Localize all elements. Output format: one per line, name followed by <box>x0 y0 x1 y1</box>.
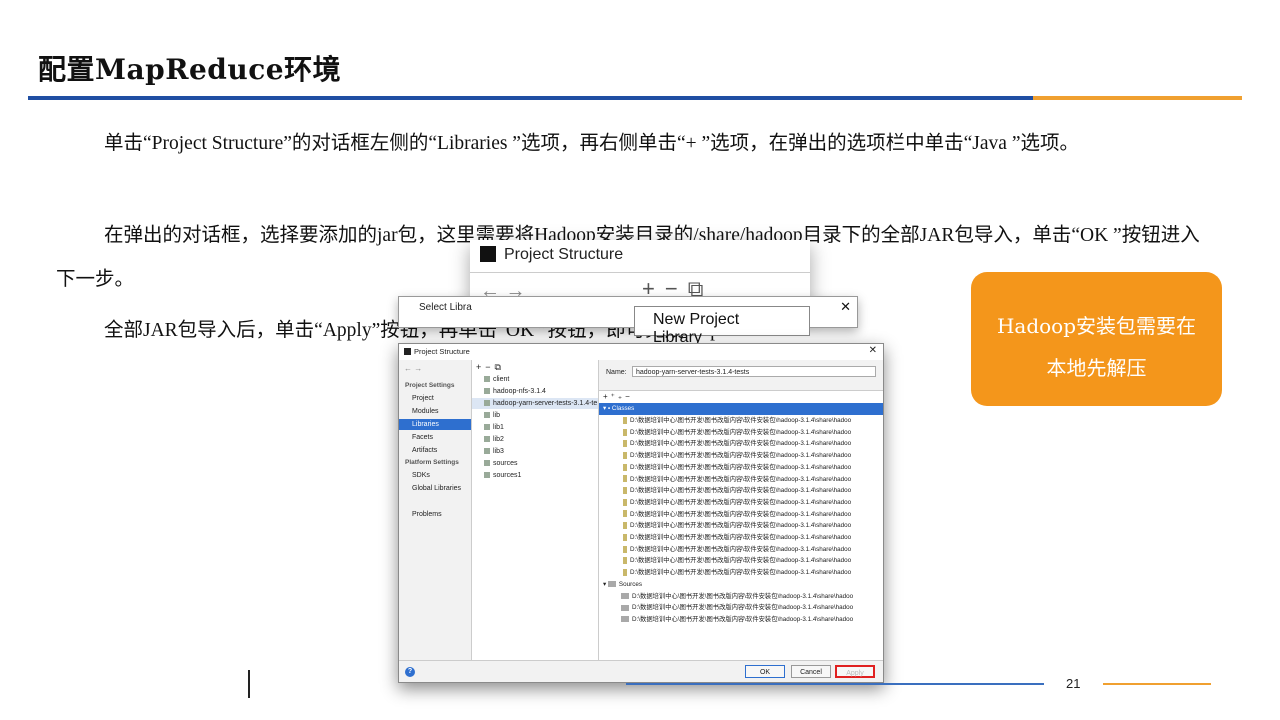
table-row[interactable]: D:\数据培训中心\图书开发\图书改版内容\软件安装包\hadoop-3.1.4… <box>599 474 883 486</box>
sidebar-item-sdks[interactable]: SDKs <box>399 470 471 481</box>
list-item[interactable]: hadoop-nfs-3.1.4 <box>472 386 598 397</box>
tree-toolbar-icons[interactable]: +⁺₊− <box>603 392 633 401</box>
table-row[interactable]: D:\数据培训中心\图书开发\图书改版内容\软件安装包\hadoop-3.1.4… <box>599 485 883 497</box>
ok-button[interactable]: OK <box>745 665 785 678</box>
table-row[interactable]: D:\数据培训中心\图书开发\图书改版内容\软件安装包\hadoop-3.1.4… <box>599 614 883 626</box>
dialog-footer: ? OK Cancel Apply <box>399 660 883 682</box>
divider <box>470 272 810 273</box>
add-remove-copy-icons[interactable]: +−⧉ <box>476 362 505 373</box>
library-detail-panel: Name: hadoop-yarn-server-tests-3.1.4-tes… <box>599 360 883 661</box>
callout-line-2: 本地先解压 <box>1046 356 1147 380</box>
table-row[interactable]: D:\数据培训中心\图书开发\图书改版内容\软件安装包\hadoop-3.1.4… <box>599 438 883 450</box>
list-item[interactable]: lib <box>472 410 598 421</box>
table-row[interactable]: D:\数据培训中心\图书开发\图书改版内容\软件安装包\hadoop-3.1.4… <box>599 509 883 521</box>
intellij-icon <box>480 246 496 262</box>
paragraph-1: 单击“Project Structure”的对话框左侧的“Libraries ”… <box>104 133 1079 154</box>
table-row[interactable]: D:\数据培训中心\图书开发\图书改版内容\软件安装包\hadoop-3.1.4… <box>599 520 883 532</box>
table-row[interactable]: D:\数据培训中心\图书开发\图书改版内容\软件安装包\hadoop-3.1.4… <box>599 532 883 544</box>
sidebar-item-problems[interactable]: Problems <box>399 509 471 520</box>
sidebar-item-libraries[interactable]: Libraries <box>399 419 471 430</box>
list-item[interactable]: sources <box>472 458 598 469</box>
list-item[interactable]: lib2 <box>472 434 598 445</box>
classes-node[interactable]: ▾ ▪ Classes <box>599 403 883 415</box>
table-row[interactable]: D:\数据培训中心\图书开发\图书改版内容\软件安装包\hadoop-3.1.4… <box>599 450 883 462</box>
sources-node[interactable]: ▾ Sources <box>599 579 883 591</box>
table-row[interactable]: D:\数据培训中心\图书开发\图书改版内容\软件安装包\hadoop-3.1.4… <box>599 602 883 614</box>
table-row[interactable]: D:\数据培训中心\图书开发\图书改版内容\软件安装包\hadoop-3.1.4… <box>599 567 883 579</box>
close-icon[interactable]: ✕ <box>869 345 877 356</box>
sidebar-item-global-libraries[interactable]: Global Libraries <box>399 483 471 494</box>
project-structure-dialog: Project Structure ✕ ← → Project Settings… <box>398 343 884 683</box>
close-icon[interactable]: ✕ <box>840 299 851 315</box>
list-item[interactable]: sources1 <box>472 470 598 481</box>
library-tree: +⁺₊− ▾ ▪ Classes D:\数据培训中心\图书开发\图书改版内容\软… <box>599 390 883 661</box>
table-row[interactable]: D:\数据培训中心\图书开发\图书改版内容\软件安装包\hadoop-3.1.4… <box>599 544 883 556</box>
slide-title: 配置MapReduce环境 <box>38 53 342 86</box>
list-item-selected[interactable]: hadoop-yarn-server-tests-3.1.4-te <box>472 398 598 409</box>
table-row[interactable]: D:\数据培训中心\图书开发\图书改版内容\软件安装包\hadoop-3.1.4… <box>599 555 883 567</box>
footer-line-orange <box>1103 683 1211 685</box>
sidebar-item-facets[interactable]: Facets <box>399 432 471 443</box>
callout-bubble: Hadoop安装包需要在 本地先解压 <box>971 272 1222 406</box>
sidebar-item-project[interactable]: Project <box>399 393 471 404</box>
list-item[interactable]: lib3 <box>472 446 598 457</box>
apply-button[interactable]: Apply <box>835 665 875 678</box>
back-forward-arrows-icon[interactable]: ← → <box>404 364 422 373</box>
platform-settings-header: Platform Settings <box>405 459 459 466</box>
settings-sidebar: ← → Project Settings Project Modules Lib… <box>399 360 472 660</box>
new-library-popup-wrap: New Project Library <box>634 306 810 346</box>
sidebar-item-artifacts[interactable]: Artifacts <box>399 445 471 456</box>
table-row[interactable]: D:\数据培训中心\图书开发\图书改版内容\软件安装包\hadoop-3.1.4… <box>599 497 883 509</box>
name-field[interactable]: hadoop-yarn-server-tests-3.1.4-tests <box>632 366 876 377</box>
footer-divider <box>248 670 250 698</box>
project-settings-header: Project Settings <box>405 382 455 389</box>
list-item[interactable]: lib1 <box>472 422 598 433</box>
title-underline-blue <box>28 96 1033 100</box>
sidebar-item-modules[interactable]: Modules <box>399 406 471 417</box>
dialog-title: Project Structure <box>414 347 470 356</box>
dialog-titlebar: Project Structure ✕ <box>399 344 883 360</box>
cancel-button[interactable]: Cancel <box>791 665 831 678</box>
new-project-library-popup[interactable]: New Project Library <box>634 306 810 346</box>
table-row[interactable]: D:\数据培训中心\图书开发\图书改版内容\软件安装包\hadoop-3.1.4… <box>599 462 883 474</box>
title-underline-orange <box>1033 96 1242 100</box>
page-number: 21 <box>1066 676 1081 691</box>
help-icon[interactable]: ? <box>405 667 415 677</box>
name-label: Name: <box>606 369 627 376</box>
dialog-back-title: Project Structure <box>504 246 624 263</box>
table-row[interactable]: D:\数据培训中心\图书开发\图书改版内容\软件安装包\hadoop-3.1.4… <box>599 427 883 439</box>
callout-line-1: Hadoop安装包需要在 <box>996 314 1197 338</box>
table-row[interactable]: D:\数据培训中心\图书开发\图书改版内容\软件安装包\hadoop-3.1.4… <box>599 591 883 603</box>
intellij-icon <box>404 348 411 355</box>
library-list: +−⧉ client hadoop-nfs-3.1.4 hadoop-yarn-… <box>472 360 599 660</box>
select-dialog-title: Select Libra <box>419 302 472 313</box>
table-row[interactable]: D:\数据培训中心\图书开发\图书改版内容\软件安装包\hadoop-3.1.4… <box>599 415 883 427</box>
list-item[interactable]: client <box>472 374 598 385</box>
footer-line-blue <box>626 683 1044 685</box>
